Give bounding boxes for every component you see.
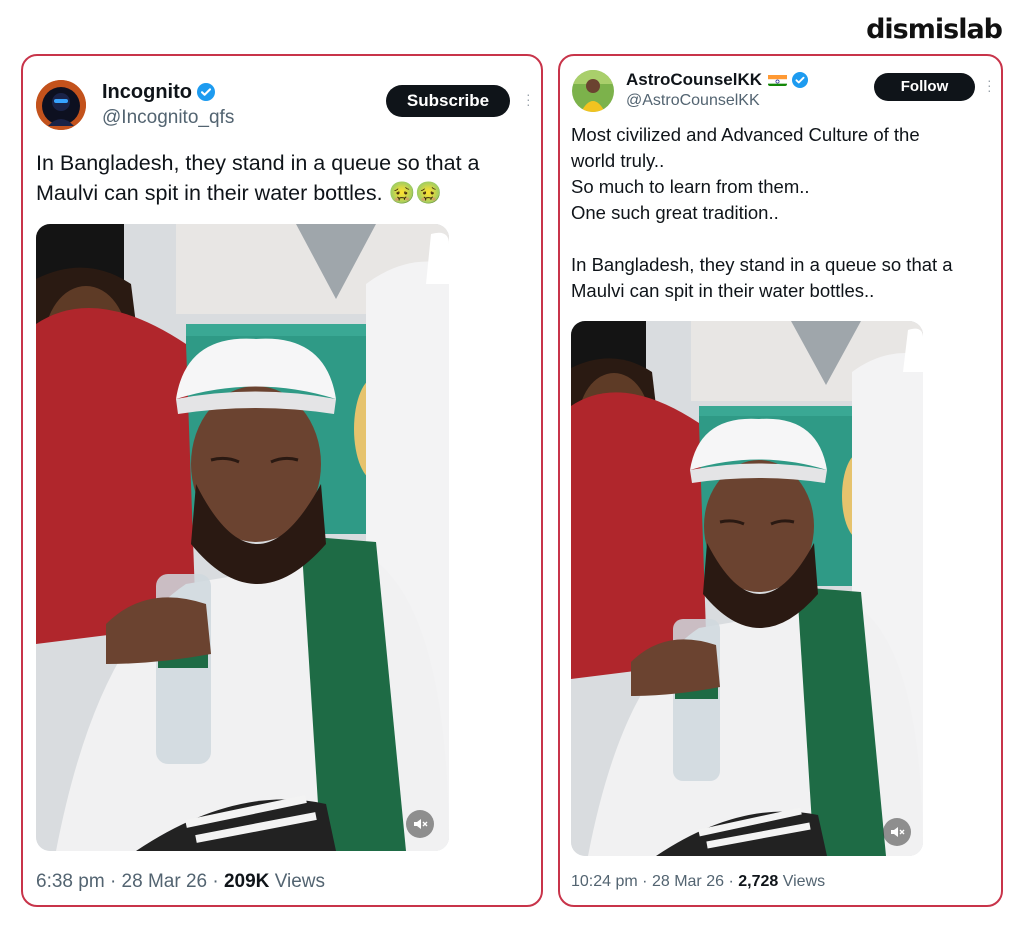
speaker-muted-icon[interactable] xyxy=(883,818,911,846)
avatar[interactable] xyxy=(572,70,614,112)
post-time[interactable]: 10:24 pm xyxy=(571,873,638,890)
meta-separator: · xyxy=(212,871,219,892)
meta-separator: · xyxy=(109,871,117,892)
dismislab-logo: dismislab xyxy=(866,14,1003,45)
video-frame-image xyxy=(571,321,923,856)
post-meta: 10:24 pm · 28 Mar 26 · 2,728 Views xyxy=(571,873,825,891)
left-post-card: Incognito @Incognito_qfs Subscribe · · · I… xyxy=(21,54,543,907)
display-name[interactable]: Incognito xyxy=(102,81,215,107)
video-frame-image xyxy=(36,224,449,851)
post-date[interactable]: 28 Mar 26 xyxy=(122,871,208,892)
verified-badge-icon xyxy=(792,72,809,93)
post-date[interactable]: 28 Mar 26 xyxy=(652,873,724,890)
display-name-text[interactable]: Incognito xyxy=(102,81,192,103)
post-time[interactable]: 6:38 pm xyxy=(36,871,105,892)
post-text: Most civilized and Advanced Culture of t… xyxy=(571,124,953,301)
user-handle[interactable]: @Incognito_qfs xyxy=(102,107,234,129)
india-flag-icon xyxy=(768,73,788,86)
user-handle[interactable]: @AstroCounselKK xyxy=(626,92,760,110)
subscribe-button[interactable]: Subscribe xyxy=(386,85,510,117)
meta-separator: · xyxy=(728,873,734,890)
avatar-image xyxy=(36,80,86,130)
views-label: Views xyxy=(274,871,326,892)
speaker-muted-icon[interactable] xyxy=(406,810,434,838)
meta-separator: · xyxy=(642,873,648,890)
display-name[interactable]: AstroCounselKK xyxy=(626,70,809,93)
verified-badge-icon xyxy=(196,83,215,107)
video-media[interactable] xyxy=(571,321,923,856)
avatar-image xyxy=(572,70,614,112)
avatar[interactable] xyxy=(36,80,86,130)
post-text: In Bangladesh, they stand in a queue so … xyxy=(36,151,480,205)
video-media[interactable] xyxy=(36,224,449,851)
follow-button[interactable]: Follow xyxy=(874,73,975,101)
views-label: Views xyxy=(782,873,826,890)
more-options-icon[interactable]: · · · xyxy=(526,87,531,111)
more-options-icon[interactable]: · · · xyxy=(987,73,992,97)
views-count[interactable]: 2,728 xyxy=(738,873,778,890)
views-count[interactable]: 209K xyxy=(224,871,269,892)
post-meta: 6:38 pm · 28 Mar 26 · 209K Views xyxy=(36,871,325,893)
right-post-card: AstroCounselKK @AstroCounselKK Follow · ·… xyxy=(558,54,1003,907)
display-name-text[interactable]: AstroCounselKK xyxy=(626,70,762,89)
